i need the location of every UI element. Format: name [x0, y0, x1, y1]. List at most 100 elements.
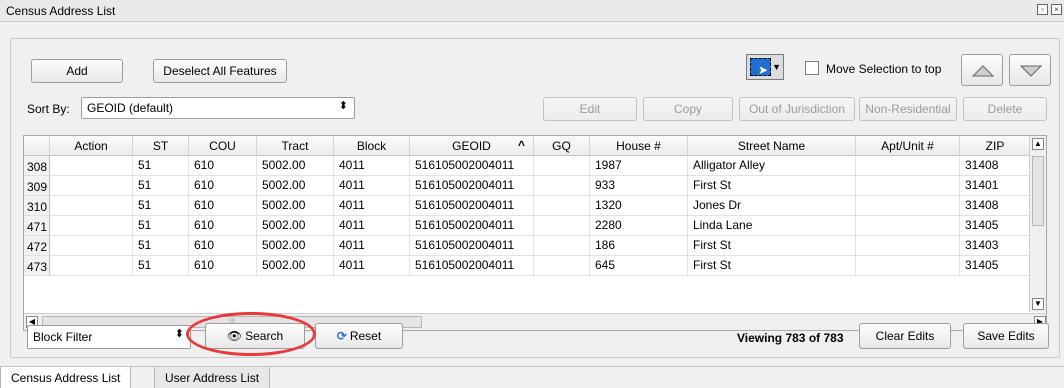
- column-header-st[interactable]: ST: [133, 136, 189, 156]
- cell-cou[interactable]: 610: [189, 236, 257, 256]
- table-row[interactable]: 309 51 610 5002.00 4011 516105002004011 933 Fir…: [24, 176, 1046, 196]
- cell-house-number[interactable]: 933: [590, 176, 688, 196]
- cell-apt-unit[interactable]: [856, 176, 960, 196]
- cell-gq[interactable]: [534, 216, 590, 236]
- cell-tract[interactable]: 5002.00: [257, 176, 334, 196]
- vertical-scrollbar[interactable]: ▲ ▼: [1029, 136, 1046, 312]
- cell-gq[interactable]: [534, 236, 590, 256]
- clear-edits-button[interactable]: Clear Edits: [859, 323, 951, 349]
- cell-house-number[interactable]: 645: [590, 256, 688, 276]
- cell-house-number[interactable]: 1320: [590, 196, 688, 216]
- save-edits-button[interactable]: Save Edits: [963, 323, 1049, 349]
- cell-cou[interactable]: 610: [189, 196, 257, 216]
- delete-button[interactable]: Delete: [963, 97, 1047, 121]
- cell-cou[interactable]: 610: [189, 216, 257, 236]
- cell-house-number[interactable]: 1987: [590, 156, 688, 176]
- row-header[interactable]: 308: [24, 156, 50, 176]
- cell-cou[interactable]: 610: [189, 256, 257, 276]
- non-residential-button[interactable]: Non-Residential: [859, 97, 957, 121]
- cell-street-name[interactable]: Alligator Alley: [688, 156, 856, 176]
- row-header[interactable]: 472: [24, 236, 50, 256]
- cell-st[interactable]: 51: [133, 256, 189, 276]
- tab-user-address-list[interactable]: User Address List: [154, 367, 271, 388]
- cell-st[interactable]: 51: [133, 216, 189, 236]
- cell-action[interactable]: [50, 196, 133, 216]
- row-header[interactable]: 310: [24, 196, 50, 216]
- cell-street-name[interactable]: First St: [688, 236, 856, 256]
- dropdown-arrow-icon[interactable]: ▼: [772, 62, 781, 72]
- add-button[interactable]: Add: [31, 59, 123, 83]
- cell-block[interactable]: 4011: [334, 156, 410, 176]
- deselect-all-features-button[interactable]: Deselect All Features: [153, 59, 287, 83]
- cell-apt-unit[interactable]: [856, 216, 960, 236]
- cell-gq[interactable]: [534, 176, 590, 196]
- table-row[interactable]: 308 51 610 5002.00 4011 516105002004011 1987 Al…: [24, 156, 1046, 176]
- cell-zip[interactable]: 31408: [960, 156, 1031, 176]
- cell-zip[interactable]: 31408: [960, 196, 1031, 216]
- restore-icon[interactable]: ▫: [1037, 4, 1048, 15]
- cell-geoid[interactable]: 516105002004011: [410, 156, 534, 176]
- reset-button[interactable]: ⟳ Reset: [315, 323, 403, 349]
- cell-cou[interactable]: 610: [189, 176, 257, 196]
- cell-apt-unit[interactable]: [856, 236, 960, 256]
- column-header-block[interactable]: Block: [334, 136, 410, 156]
- column-header-geoid[interactable]: GEOID ^: [410, 136, 534, 156]
- cell-street-name[interactable]: First St: [688, 256, 856, 276]
- cell-apt-unit[interactable]: [856, 256, 960, 276]
- table-row[interactable]: 473 51 610 5002.00 4011 516105002004011 645 Fir…: [24, 256, 1046, 276]
- scroll-down-icon[interactable]: ▼: [1032, 298, 1044, 310]
- column-header-apt-unit[interactable]: Apt/Unit #: [856, 136, 960, 156]
- select-features-tool-button[interactable]: ➤ ▼: [746, 54, 784, 80]
- cell-action[interactable]: [50, 236, 133, 256]
- cell-gq[interactable]: [534, 256, 590, 276]
- move-selection-checkbox[interactable]: [805, 61, 819, 75]
- cell-zip[interactable]: 31405: [960, 256, 1031, 276]
- move-up-button[interactable]: [961, 54, 1003, 86]
- table-row[interactable]: 472 51 610 5002.00 4011 516105002004011 186 Fir…: [24, 236, 1046, 256]
- cell-action[interactable]: [50, 216, 133, 236]
- cell-tract[interactable]: 5002.00: [257, 256, 334, 276]
- copy-button[interactable]: Copy: [643, 97, 733, 121]
- cell-tract[interactable]: 5002.00: [257, 236, 334, 256]
- cell-street-name[interactable]: Linda Lane: [688, 216, 856, 236]
- out-of-jurisdiction-button[interactable]: Out of Jurisdiction: [739, 97, 855, 121]
- column-header-zip[interactable]: ZIP: [960, 136, 1031, 156]
- close-icon[interactable]: ×: [1051, 4, 1062, 15]
- cell-house-number[interactable]: 2280: [590, 216, 688, 236]
- cell-cou[interactable]: 610: [189, 156, 257, 176]
- cell-action[interactable]: [50, 256, 133, 276]
- cell-zip[interactable]: 31403: [960, 236, 1031, 256]
- cell-st[interactable]: 51: [133, 176, 189, 196]
- cell-house-number[interactable]: 186: [590, 236, 688, 256]
- cell-gq[interactable]: [534, 196, 590, 216]
- cell-geoid[interactable]: 516105002004011: [410, 236, 534, 256]
- cell-tract[interactable]: 5002.00: [257, 216, 334, 236]
- cell-tract[interactable]: 5002.00: [257, 156, 334, 176]
- cell-geoid[interactable]: 516105002004011: [410, 216, 534, 236]
- cell-st[interactable]: 51: [133, 236, 189, 256]
- table-row[interactable]: 471 51 610 5002.00 4011 516105002004011 2280 Li…: [24, 216, 1046, 236]
- cell-tract[interactable]: 5002.00: [257, 196, 334, 216]
- sort-by-dropdown[interactable]: GEOID (default) ⬍: [81, 97, 355, 119]
- row-header[interactable]: 471: [24, 216, 50, 236]
- edit-button[interactable]: Edit: [543, 97, 637, 121]
- cell-block[interactable]: 4011: [334, 176, 410, 196]
- cell-st[interactable]: 51: [133, 156, 189, 176]
- cell-street-name[interactable]: Jones Dr: [688, 196, 856, 216]
- column-header-tract[interactable]: Tract: [257, 136, 334, 156]
- cell-geoid[interactable]: 516105002004011: [410, 256, 534, 276]
- cell-action[interactable]: [50, 156, 133, 176]
- cell-action[interactable]: [50, 176, 133, 196]
- cell-geoid[interactable]: 516105002004011: [410, 176, 534, 196]
- cell-block[interactable]: 4011: [334, 196, 410, 216]
- block-filter-dropdown[interactable]: Block Filter ⬍: [27, 325, 191, 349]
- row-header[interactable]: 309: [24, 176, 50, 196]
- column-header-cou[interactable]: COU: [189, 136, 257, 156]
- scroll-up-icon[interactable]: ▲: [1032, 138, 1044, 150]
- cell-street-name[interactable]: First St: [688, 176, 856, 196]
- cell-zip[interactable]: 31405: [960, 216, 1031, 236]
- cell-block[interactable]: 4011: [334, 256, 410, 276]
- column-header-action[interactable]: Action: [50, 136, 133, 156]
- move-down-button[interactable]: [1009, 54, 1051, 86]
- cell-st[interactable]: 51: [133, 196, 189, 216]
